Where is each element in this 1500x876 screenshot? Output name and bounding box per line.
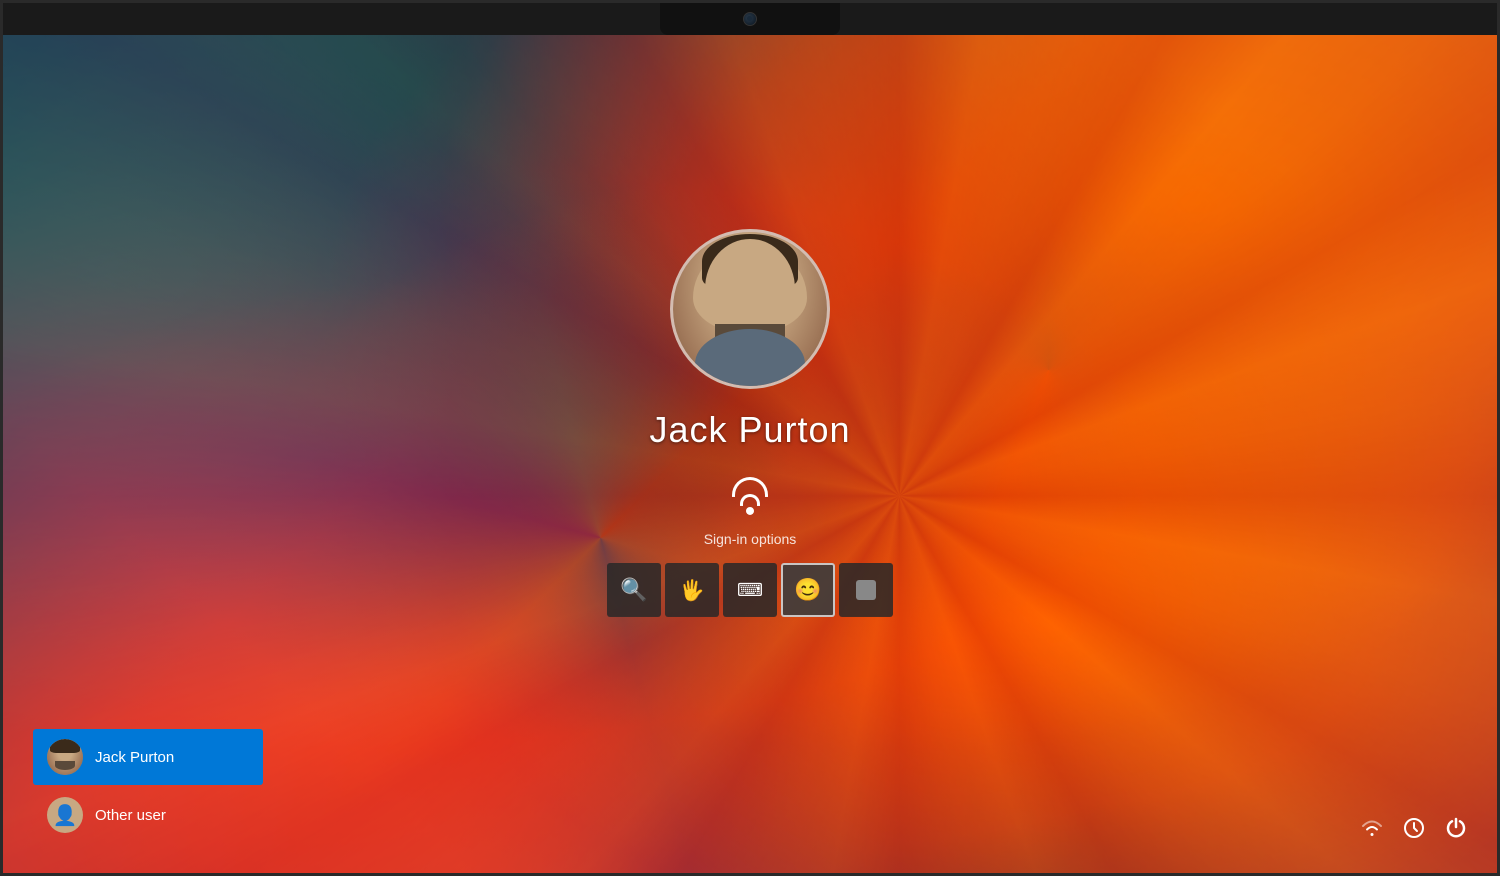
user-mini-face-jack bbox=[47, 739, 83, 775]
user-name-jack: Jack Purton bbox=[95, 749, 174, 766]
signin-btn-fingerprint[interactable]: 🖐 bbox=[665, 563, 719, 617]
user-item-jack[interactable]: Jack Purton bbox=[33, 729, 263, 785]
user-mini-beard bbox=[55, 761, 75, 770]
signin-options-link[interactable]: Sign-in options bbox=[704, 531, 797, 547]
signin-methods-bar: 🔍 🖐 ⌨ 😊 bbox=[607, 563, 893, 617]
webcam-bar bbox=[660, 3, 840, 35]
signin-btn-pin[interactable]: ⌨ bbox=[723, 563, 777, 617]
hello-icon-area bbox=[725, 475, 775, 515]
login-container: Jack Purton Sign-in options 🔍 🖐 bbox=[607, 229, 893, 617]
face-icon: 😊 bbox=[794, 577, 821, 603]
security-key-icon bbox=[856, 580, 876, 600]
monitor-frame: Jack Purton Sign-in options 🔍 🖐 bbox=[0, 0, 1500, 876]
user-avatar-jack bbox=[47, 739, 83, 775]
avatar-face bbox=[673, 229, 827, 389]
webcam-lens bbox=[743, 12, 757, 26]
system-icons-bar bbox=[1361, 817, 1467, 845]
wifi-symbol bbox=[725, 475, 775, 515]
avatar bbox=[670, 229, 830, 389]
pin-icon: ⌨ bbox=[737, 579, 763, 600]
avatar-torso bbox=[695, 329, 805, 389]
power-icon[interactable] bbox=[1445, 817, 1467, 845]
other-user-icon: 👤 bbox=[53, 803, 78, 828]
avatar-head bbox=[705, 239, 795, 339]
user-avatar-other: 👤 bbox=[47, 797, 83, 833]
user-mini-hair bbox=[50, 739, 80, 753]
user-item-other[interactable]: 👤 Other user bbox=[33, 787, 263, 843]
signin-btn-seckey[interactable] bbox=[839, 563, 893, 617]
screen: Jack Purton Sign-in options 🔍 🖐 bbox=[3, 35, 1497, 873]
user-switcher: Jack Purton 👤 Other user bbox=[33, 729, 263, 843]
signin-btn-face[interactable]: 😊 bbox=[781, 563, 835, 617]
power-menu-icon[interactable] bbox=[1403, 817, 1425, 845]
signin-btn-password[interactable]: 🔍 bbox=[607, 563, 661, 617]
wifi-dot bbox=[746, 507, 754, 515]
fingerprint-icon: 🖐 bbox=[680, 577, 705, 602]
username-label: Jack Purton bbox=[649, 409, 850, 451]
user-name-other: Other user bbox=[95, 807, 166, 824]
wifi-status-icon[interactable] bbox=[1361, 819, 1383, 843]
search-icon: 🔍 bbox=[620, 577, 647, 603]
